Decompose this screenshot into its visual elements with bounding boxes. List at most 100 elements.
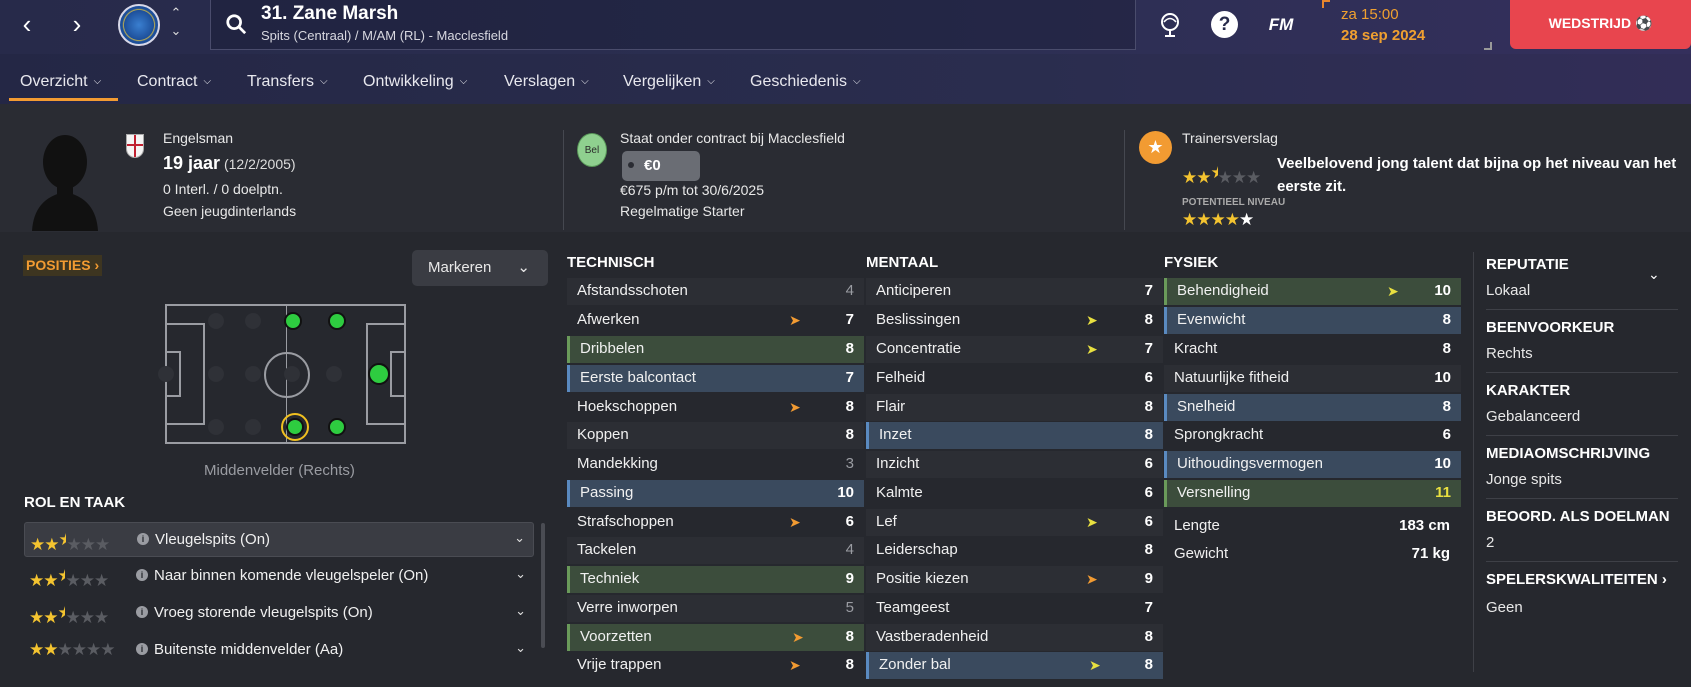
current-ability-stars: ★★★★★★ [1182, 163, 1261, 187]
top-bar: ‹ › ⌃ ⌄ 31. Zane Marsh Spits (Centraal) /… [0, 0, 1691, 54]
forward-arrow-icon[interactable]: › [62, 10, 92, 40]
attribute-row[interactable]: Mandekking 3 [567, 451, 864, 478]
attribute-row[interactable]: Leiderschap 8 [866, 537, 1163, 564]
attribute-row[interactable]: Tackelen 4 [567, 537, 864, 564]
attribute-row[interactable]: Lef ➤ 6 [866, 509, 1163, 536]
potential-label: POTENTIEEL NIVEAU [1182, 197, 1286, 208]
ball-icon: ⚽ [1634, 15, 1653, 31]
attribute-row[interactable]: Verre inworpen 5 [567, 595, 864, 622]
attribute-row[interactable]: Inzicht 6 [866, 451, 1163, 478]
roles-scrollbar[interactable] [541, 523, 545, 648]
tab-transfers[interactable]: Transfers ⌵ [247, 73, 328, 91]
tab-overzicht[interactable]: Overzicht ⌵ [20, 73, 101, 91]
position-name: Middenvelder (Rechts) [204, 462, 355, 479]
youth-caps: Geen jeugdinterlands [163, 203, 297, 219]
info-icon[interactable]: i [136, 643, 148, 655]
chevron-down-icon: ⌵ [852, 76, 861, 87]
attribute-row[interactable]: Strafschoppen ➤ 6 [567, 509, 864, 536]
reputation-value: Lokaal [1486, 282, 1531, 299]
attribute-row[interactable]: Snelheid 8 [1164, 394, 1461, 421]
attribute-row[interactable]: Anticiperen 7 [866, 278, 1163, 305]
tab-vergelijken[interactable]: Vergelijken ⌵ [623, 73, 715, 91]
attribute-row[interactable]: Koppen 8 [567, 422, 864, 449]
mark-dropdown[interactable]: Markeren ⌄ [412, 250, 548, 286]
arrow-down-icon: ➤ [1086, 571, 1098, 587]
role-row[interactable]: ★★★★★★ i Vroeg storende vleugelspits (On… [24, 596, 534, 631]
role-row[interactable]: ★★★★★★ i Naar binnen komende vleugelspel… [24, 559, 534, 594]
wage: €675 p/m tot 30/6/2025 [620, 182, 764, 198]
tab-geschiedenis[interactable]: Geschiedenis ⌵ [750, 73, 861, 91]
player-traits-title[interactable]: SPELERSKWALITEITEN › [1486, 571, 1667, 588]
fm-logo[interactable]: FM [1264, 10, 1298, 40]
attribute-row[interactable]: Kalmte 6 [866, 480, 1163, 507]
attribute-row[interactable]: Behendigheid ➤ 10 [1164, 278, 1461, 305]
attribute-row[interactable]: Hoekschoppen ➤ 8 [567, 394, 864, 421]
info-icon[interactable]: i [136, 606, 148, 618]
attribute-row[interactable]: Kracht 8 [1164, 336, 1461, 363]
arrow-up-icon: ➤ [1086, 312, 1098, 328]
chevron-down-icon[interactable]: ⌄ [514, 530, 525, 546]
globe-icon[interactable] [1155, 10, 1185, 40]
trainer-report-label[interactable]: Trainersverslag [1182, 130, 1278, 146]
help-icon[interactable]: ? [1211, 11, 1238, 38]
role-row[interactable]: ★★★★★★ i Buitenste middenvelder (Aa) ⌄ [24, 633, 534, 668]
gk-rating-title: BEOORD. ALS DOELMAN [1486, 508, 1670, 525]
potential-ability-stars: ★★★★★ [1182, 210, 1254, 229]
attribute-row[interactable]: Teamgeest 7 [866, 595, 1163, 622]
attribute-row[interactable]: Techniek 9 [567, 566, 864, 593]
position-dot [328, 312, 346, 330]
attribute-row[interactable]: Positie kiezen ➤ 9 [866, 566, 1163, 593]
attribute-row[interactable]: Felheid 6 [866, 365, 1163, 392]
divider [1124, 130, 1125, 230]
back-arrow-icon[interactable]: ‹ [12, 10, 42, 40]
reputation-title: REPUTATIE [1486, 256, 1569, 273]
tab-verslagen[interactable]: Verslagen ⌵ [504, 73, 589, 91]
international-caps: 0 Interl. / 0 doelptn. [163, 181, 283, 197]
attribute-row[interactable]: Beslissingen ➤ 8 [866, 307, 1163, 334]
attribute-row[interactable]: Natuurlijke fitheid 10 [1164, 365, 1461, 392]
attribute-row[interactable]: Sprongkracht 6 [1164, 422, 1461, 449]
attribute-row[interactable]: Vrije trappen ➤ 8 [567, 652, 864, 679]
attribute-row[interactable]: Concentratie ➤ 7 [866, 336, 1163, 363]
attribute-row[interactable]: Inzet 8 [866, 422, 1163, 449]
height-label: Lengte [1174, 517, 1220, 534]
chevron-down-icon[interactable]: ⌄ [515, 640, 526, 656]
role-stars: ★★★★★★ [30, 530, 110, 554]
media-description-value: Jonge spits [1486, 471, 1562, 488]
attribute-row[interactable]: Voorzetten ➤ 8 [567, 624, 864, 651]
match-time: za 15:00 [1341, 6, 1399, 23]
attribute-row[interactable]: Dribbelen 8 [567, 336, 864, 363]
chevron-down-icon: ⌵ [319, 76, 328, 87]
attribute-row[interactable]: Afwerken ➤ 7 [567, 307, 864, 334]
attribute-row[interactable]: Passing 10 [567, 480, 864, 507]
attribute-row[interactable]: Eerste balcontact 7 [567, 365, 864, 392]
chevron-down-icon[interactable]: ⌄ [1648, 266, 1660, 283]
chevron-down-icon: ⌵ [93, 76, 102, 87]
attribute-row[interactable]: Vastberadenheid 8 [866, 624, 1163, 651]
divider [1486, 372, 1678, 373]
contract-status: Staat onder contract bij Macclesfield [620, 130, 845, 146]
continue-match-button[interactable]: WEDSTRIJD ⚽ [1510, 0, 1691, 49]
info-icon[interactable]: i [137, 533, 149, 545]
value-tag[interactable]: €0 [622, 151, 700, 181]
attribute-row[interactable]: Zonder bal ➤ 8 [866, 652, 1163, 679]
search-icon [226, 14, 247, 35]
positions-button[interactable]: POSITIES › [23, 255, 103, 276]
role-row[interactable]: ★★★★★★ i Vleugelspits (On) ⌄ [24, 522, 534, 557]
chevron-down-icon[interactable]: ⌄ [515, 603, 526, 619]
club-badge-icon[interactable] [118, 4, 160, 46]
attribute-row[interactable]: Flair 8 [866, 394, 1163, 421]
attribute-row[interactable]: Versnelling 11 [1164, 480, 1461, 507]
tab-ontwikkeling[interactable]: Ontwikkeling ⌵ [363, 73, 467, 91]
role-label: Vleugelspits (On) [155, 531, 271, 548]
attribute-row[interactable]: Evenwicht 8 [1164, 307, 1461, 334]
up-down-arrows-icon[interactable]: ⌃ ⌄ [168, 4, 184, 48]
player-search-bar[interactable]: 31. Zane Marsh Spits (Centraal) / M/AM (… [210, 0, 1136, 50]
attribute-row[interactable]: Uithoudingsvermogen 10 [1164, 451, 1461, 478]
info-icon[interactable]: i [136, 569, 148, 581]
tab-contract[interactable]: Contract ⌵ [137, 73, 211, 91]
media-description-title: MEDIAOMSCHRIJVING [1486, 445, 1651, 462]
chevron-down-icon[interactable]: ⌄ [515, 566, 526, 582]
mark-dropdown-label: Markeren [428, 259, 492, 276]
attribute-row[interactable]: Afstandsschoten 4 [567, 278, 864, 305]
